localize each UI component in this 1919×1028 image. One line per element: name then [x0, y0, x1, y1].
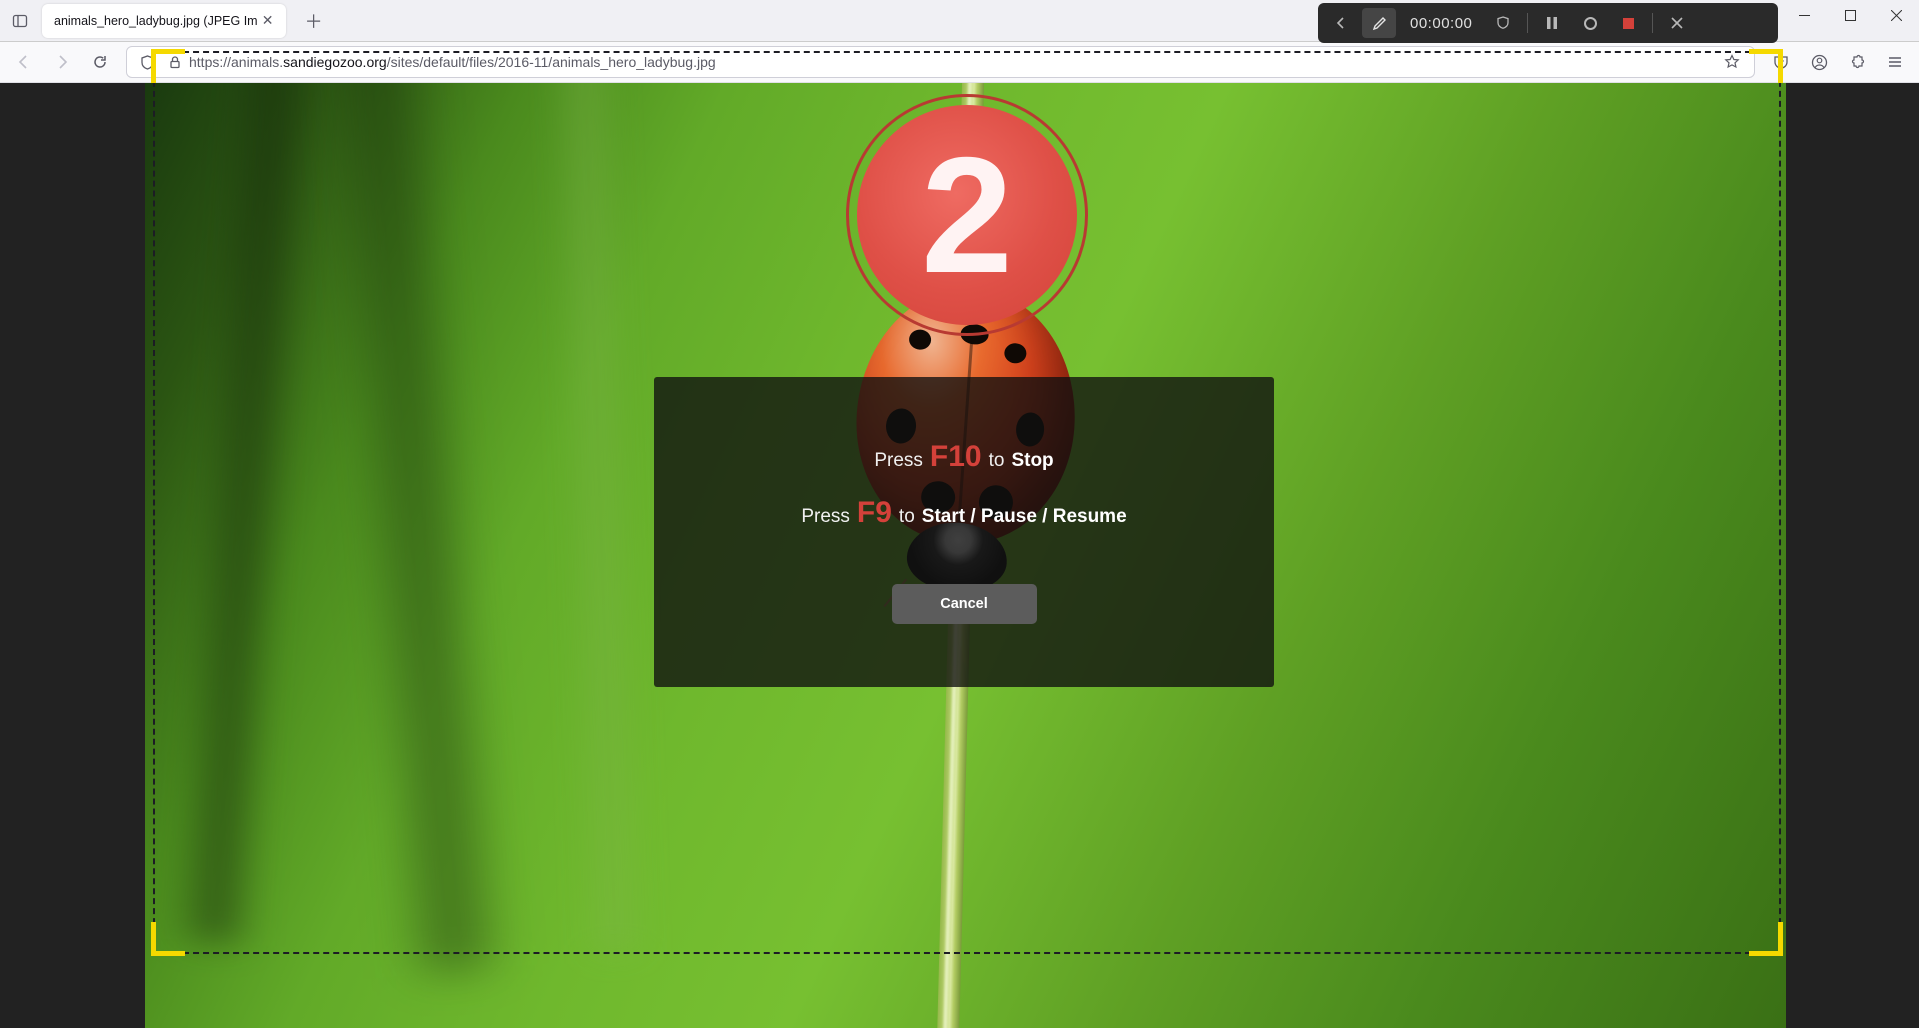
url-text: https://animals.sandiegozoo.org/sites/de… [189, 54, 1716, 70]
bg-decor [549, 83, 650, 954]
shield-outline-icon [1496, 16, 1510, 30]
hk-key-label: F10 [930, 440, 982, 474]
hamburger-icon [1887, 54, 1903, 70]
recorder-close-button[interactable] [1660, 8, 1694, 38]
window-close[interactable] [1873, 0, 1919, 30]
hk-key-label: F9 [857, 496, 892, 530]
recorder-back-button[interactable] [1324, 8, 1358, 38]
extensions-button[interactable] [1839, 46, 1875, 78]
recording-hotkey-panel: Press F10 to Stop Press F9 to Start / Pa… [654, 377, 1274, 687]
chevron-left-icon [1334, 16, 1348, 30]
recorder-shield-button[interactable] [1486, 8, 1520, 38]
hotkey-stop-line: Press F10 to Stop [874, 440, 1053, 474]
shield-icon [140, 55, 155, 70]
bookmark-star-button[interactable] [1716, 54, 1748, 70]
pocket-icon [1773, 54, 1789, 70]
account-icon [1811, 54, 1828, 71]
new-tab-button[interactable]: ＋ [296, 3, 332, 39]
star-icon [1724, 54, 1740, 70]
tracking-protection-icon[interactable] [133, 55, 161, 70]
browser-panel-toggle[interactable] [0, 0, 40, 42]
nav-reload-button[interactable] [82, 46, 118, 78]
hk-press-label: Press [801, 506, 850, 528]
pause-icon [1546, 16, 1558, 30]
bg-decor [169, 83, 322, 945]
nav-forward-button[interactable] [44, 46, 80, 78]
toolbar-separator [1652, 13, 1653, 33]
window-minimize[interactable] [1781, 0, 1827, 30]
save-to-pocket-button[interactable] [1763, 46, 1799, 78]
hk-press-label: Press [874, 450, 923, 472]
recorder-toolbar[interactable]: 00:00:00 [1318, 3, 1778, 43]
recorder-stop-button[interactable] [1611, 8, 1645, 38]
tab-title: animals_hero_ladybug.jpg (JPEG Im [54, 14, 258, 28]
recorder-record-button[interactable] [1573, 8, 1607, 38]
recorder-pause-button[interactable] [1535, 8, 1569, 38]
reload-icon [92, 54, 108, 70]
stop-icon [1623, 18, 1634, 29]
browser-nav-toolbar: https://animals.sandiegozoo.org/sites/de… [0, 42, 1919, 83]
close-icon [1891, 10, 1902, 21]
hotkey-startpause-line: Press F9 to Start / Pause / Resume [801, 496, 1126, 530]
window-maximize[interactable] [1827, 0, 1873, 30]
panel-icon [12, 13, 28, 29]
url-bar[interactable]: https://animals.sandiegozoo.org/sites/de… [126, 46, 1755, 78]
toolbar-separator [1527, 13, 1528, 33]
account-button[interactable] [1801, 46, 1837, 78]
bg-decor [314, 83, 516, 976]
hk-action-label: Stop [1011, 450, 1053, 472]
cancel-button[interactable]: Cancel [892, 584, 1037, 624]
countdown-number: 2 [857, 105, 1077, 325]
close-icon [1671, 17, 1683, 29]
pencil-icon [1372, 16, 1387, 31]
recorder-annotate-button[interactable] [1362, 8, 1396, 38]
hk-action-label: Start / Pause / Resume [922, 506, 1127, 528]
maximize-icon [1845, 10, 1856, 21]
site-security-icon[interactable] [161, 55, 189, 69]
app-menu-button[interactable] [1877, 46, 1913, 78]
hk-to-label: to [989, 450, 1005, 472]
minimize-icon [1799, 10, 1810, 21]
browser-tab[interactable]: animals_hero_ladybug.jpg (JPEG Im ✕ [42, 4, 286, 38]
nav-back-button[interactable] [6, 46, 42, 78]
lock-icon [168, 55, 182, 69]
puzzle-icon [1849, 54, 1865, 70]
hk-to-label: to [899, 506, 915, 528]
arrow-right-icon [54, 54, 70, 70]
recorder-timer: 00:00:00 [1400, 15, 1482, 32]
recording-countdown: 2 [846, 94, 1088, 336]
window-controls [1781, 0, 1919, 42]
arrow-left-icon [16, 54, 32, 70]
record-icon [1584, 17, 1597, 30]
tab-close-button[interactable]: ✕ [258, 11, 278, 31]
